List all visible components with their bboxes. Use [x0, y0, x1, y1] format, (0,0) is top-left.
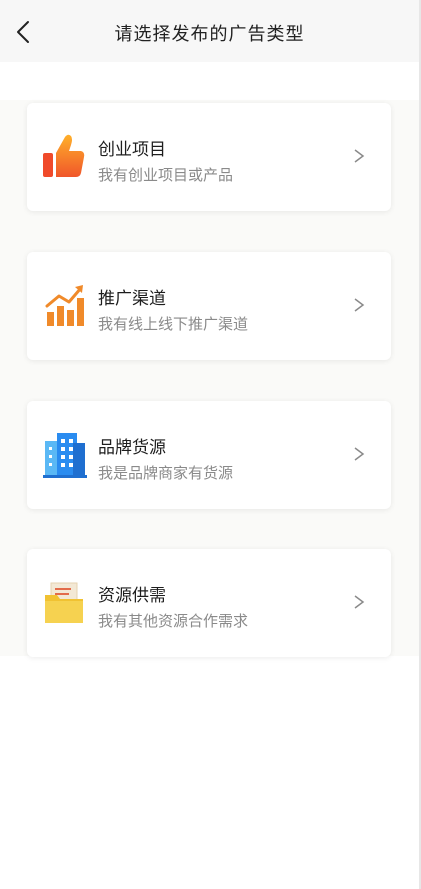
card-title: 推广渠道: [98, 289, 166, 309]
card-title: 资源供需: [98, 586, 166, 606]
card-subtitle: 我有其他资源合作需求: [98, 612, 249, 630]
top-bar: 请选择发布的广告类型: [0, 0, 419, 62]
thumbs-up-icon: [43, 133, 87, 181]
building-icon: [43, 431, 87, 479]
chevron-right-icon: [353, 148, 365, 164]
ad-type-list: 创业项目 我有创业项目或产品 推广渠道 我有线上线下推广渠道 品牌货源 我是品牌…: [0, 100, 419, 657]
growth-chart-icon: [43, 282, 87, 330]
card-title: 创业项目: [98, 140, 166, 160]
page-title: 请选择发布的广告类型: [114, 24, 305, 45]
ad-type-card-brand[interactable]: 品牌货源 我是品牌商家有货源: [27, 401, 391, 509]
ad-type-card-channel[interactable]: 推广渠道 我有线上线下推广渠道: [27, 252, 391, 360]
ad-type-card-startup[interactable]: 创业项目 我有创业项目或产品: [27, 103, 391, 211]
page: 请选择发布的广告类型 创业项目 我有创业项目或产品 推广渠道 我有线上线下推广渠…: [0, 0, 421, 889]
folder-icon: [43, 579, 87, 627]
card-subtitle: 我有创业项目或产品: [98, 166, 234, 184]
card-subtitle: 我是品牌商家有货源: [98, 464, 234, 482]
card-title: 品牌货源: [98, 438, 166, 458]
card-subtitle: 我有线上线下推广渠道: [98, 315, 249, 333]
ad-type-card-resource[interactable]: 资源供需 我有其他资源合作需求: [27, 549, 391, 657]
chevron-right-icon: [353, 594, 365, 610]
chevron-right-icon: [353, 446, 365, 462]
chevron-right-icon: [353, 297, 365, 313]
